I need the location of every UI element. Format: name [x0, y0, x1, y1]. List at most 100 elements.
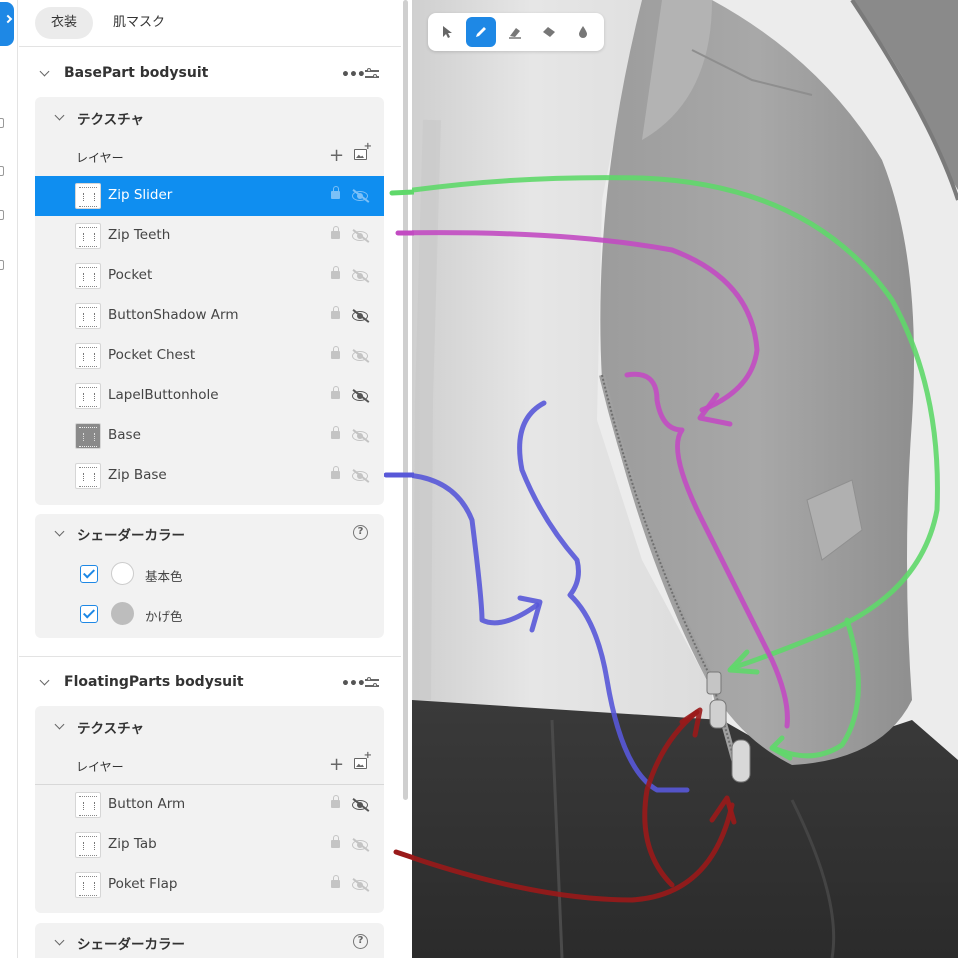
lock-icon[interactable] — [331, 186, 340, 199]
add-layer-icon[interactable]: + — [329, 147, 344, 165]
layer-name: Button Arm — [108, 796, 186, 812]
layer-name: Pocket Chest — [108, 347, 196, 363]
eye-off-icon[interactable] — [351, 228, 370, 244]
chevron-down-icon[interactable] — [54, 526, 65, 537]
lock-icon[interactable] — [331, 346, 340, 359]
layer-row-zip-base[interactable]: Zip Base — [35, 456, 384, 496]
tool-rail — [0, 0, 18, 958]
section-header-floatingparts[interactable]: FloatingParts bodysuit ••• — [19, 666, 401, 700]
fill-eraser-tool[interactable] — [534, 17, 564, 47]
layer-name: LapelButtonhole — [108, 387, 219, 403]
layer-name: Zip Teeth — [108, 227, 171, 243]
lock-icon[interactable] — [331, 226, 340, 239]
texture-title: テクスチャ — [77, 112, 144, 128]
panel-tabs: 衣装 肌マスク — [35, 7, 181, 39]
eye-off-icon[interactable] — [351, 308, 370, 324]
settings-sliders-icon[interactable] — [365, 67, 379, 79]
eye-off-icon[interactable] — [351, 348, 370, 364]
bucket-eraser-icon — [543, 27, 555, 37]
tab-costume[interactable]: 衣装 — [35, 7, 94, 39]
shade-color-swatch[interactable] — [111, 602, 134, 625]
help-icon[interactable]: ? — [353, 934, 368, 949]
shader-title: シェーダーカラー — [77, 528, 185, 544]
lock-icon[interactable] — [331, 426, 340, 439]
add-image-icon[interactable] — [354, 750, 372, 769]
drawing-toolbar — [428, 13, 604, 51]
layer-row-base[interactable]: Base — [35, 416, 384, 456]
eye-off-icon[interactable] — [351, 468, 370, 484]
layer-thumbnail — [75, 263, 101, 289]
rail-icon[interactable] — [0, 166, 4, 176]
lock-icon[interactable] — [331, 266, 340, 279]
eye-off-icon[interactable] — [351, 797, 370, 813]
layer-thumbnail — [75, 343, 101, 369]
shade-color-checkbox[interactable] — [80, 605, 98, 623]
lock-icon[interactable] — [331, 386, 340, 399]
layer-row-buttonshadow-arm[interactable]: ButtonShadow Arm — [35, 296, 384, 336]
eye-off-icon[interactable] — [351, 837, 370, 853]
layer-row-zip-tab[interactable]: Zip Tab — [35, 825, 384, 865]
layer-thumbnail — [75, 223, 101, 249]
layer-thumbnail — [75, 183, 101, 209]
layer-label: レイヤー — [76, 760, 124, 774]
layer-thumbnail — [75, 463, 101, 489]
chevron-down-icon[interactable] — [54, 719, 65, 730]
tab-skin-mask[interactable]: 肌マスク — [97, 7, 181, 39]
eye-off-icon[interactable] — [351, 428, 370, 444]
lock-icon[interactable] — [331, 875, 340, 888]
layer-row-pocket-chest[interactable]: Pocket Chest — [35, 336, 384, 376]
layer-row-button-arm[interactable]: Button Arm — [35, 785, 384, 825]
layer-row-lapelbuttonhole[interactable]: LapelButtonhole — [35, 376, 384, 416]
shade-color-label: かげ色 — [145, 609, 183, 624]
layer-name: Zip Tab — [108, 836, 157, 852]
rail-active-tab[interactable] — [0, 2, 14, 46]
eye-off-icon[interactable] — [351, 388, 370, 404]
chevron-down-icon — [39, 675, 50, 686]
layer-label: レイヤー — [76, 151, 124, 165]
layer-panel: 衣装 肌マスク BasePart bodysuit ••• テクスチャ レイヤー… — [19, 0, 401, 958]
layer-thumbnail — [75, 792, 101, 818]
eye-off-icon[interactable] — [351, 877, 370, 893]
lock-icon[interactable] — [331, 466, 340, 479]
chevron-right-icon — [3, 14, 13, 24]
select-tool[interactable] — [432, 17, 462, 47]
base-color-checkbox[interactable] — [80, 565, 98, 583]
chevron-down-icon[interactable] — [54, 110, 65, 121]
layer-name: Poket Flap — [108, 876, 178, 892]
more-options-icon[interactable]: ••• — [341, 676, 366, 692]
divider — [19, 656, 401, 657]
layer-row-zip-slider[interactable]: Zip Slider — [35, 176, 384, 216]
rail-icon[interactable] — [0, 210, 4, 220]
layer-row-poket-flap[interactable]: Poket Flap — [35, 865, 384, 905]
add-image-icon[interactable] — [354, 141, 372, 160]
3d-viewport[interactable] — [412, 0, 958, 958]
eraser-tool[interactable] — [500, 17, 530, 47]
help-icon[interactable]: ? — [353, 525, 368, 540]
layer-row-zip-teeth[interactable]: Zip Teeth — [35, 216, 384, 256]
chevron-down-icon[interactable] — [54, 935, 65, 946]
section-title: FloatingParts bodysuit — [64, 674, 244, 690]
layer-thumbnail — [75, 303, 101, 329]
layer-name: ButtonShadow Arm — [108, 307, 239, 323]
layer-row-pocket[interactable]: Pocket — [35, 256, 384, 296]
base-color-swatch[interactable] — [111, 562, 134, 585]
rail-icon[interactable] — [0, 260, 4, 270]
section-title: BasePart bodysuit — [64, 65, 209, 81]
brush-tool[interactable] — [466, 17, 496, 47]
settings-sliders-icon[interactable] — [365, 676, 379, 688]
lock-icon[interactable] — [331, 306, 340, 319]
lock-icon[interactable] — [331, 795, 340, 808]
add-layer-icon[interactable]: + — [329, 756, 344, 774]
layer-name: Pocket — [108, 267, 153, 283]
lock-icon[interactable] — [331, 835, 340, 848]
texture-title: テクスチャ — [77, 721, 144, 737]
rail-icon[interactable] — [0, 118, 4, 128]
shader-title: シェーダーカラー — [77, 937, 185, 953]
dropper-tool[interactable] — [568, 17, 598, 47]
section-header-basepart[interactable]: BasePart bodysuit ••• — [19, 57, 401, 91]
eye-off-icon[interactable] — [351, 268, 370, 284]
cursor-icon — [443, 26, 452, 38]
chevron-down-icon — [39, 66, 50, 77]
more-options-icon[interactable]: ••• — [341, 67, 366, 83]
eye-off-icon[interactable] — [351, 188, 370, 204]
